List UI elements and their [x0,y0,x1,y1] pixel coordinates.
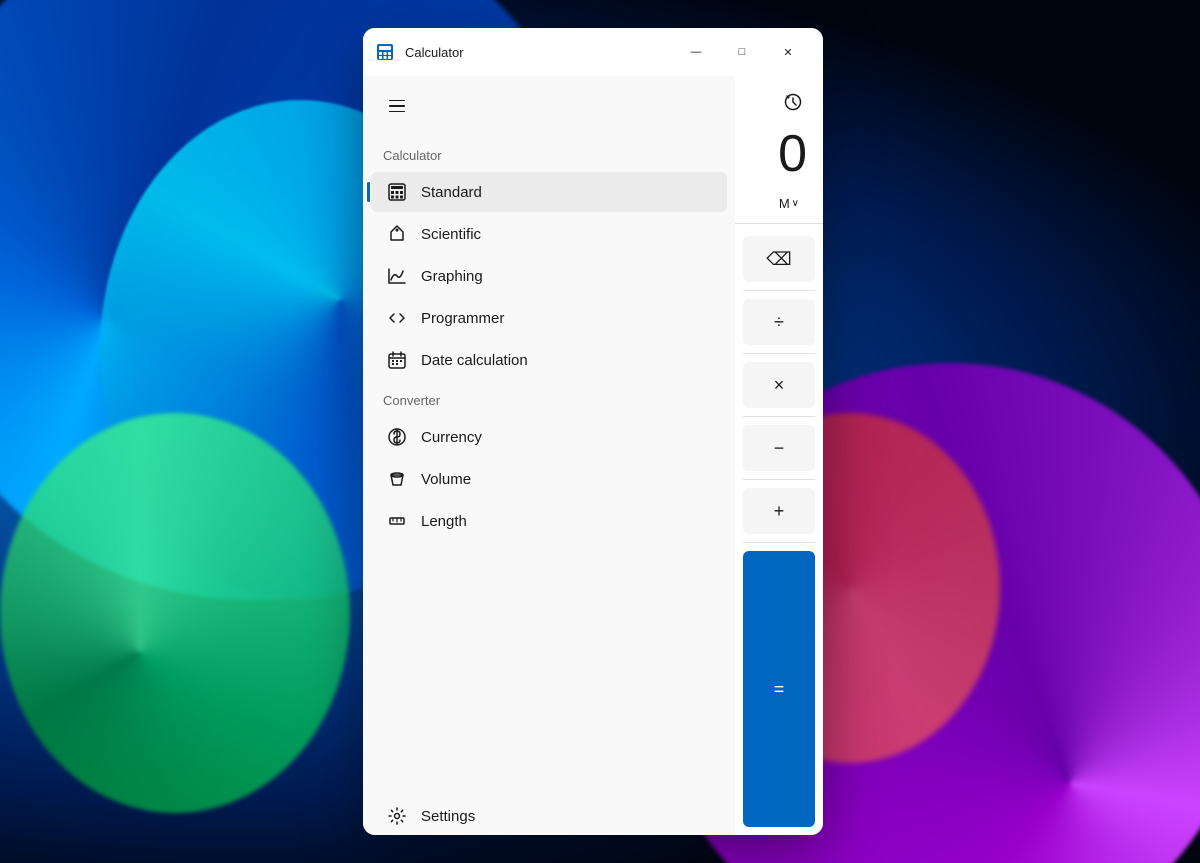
minimize-button[interactable]: — [673,36,719,68]
nav-item-standard[interactable]: Standard [371,172,727,212]
history-area [735,76,823,128]
btn-row-add: + [743,488,815,534]
hamburger-line-3 [389,111,405,113]
equals-button[interactable]: = [743,551,815,827]
divider-1 [743,290,815,291]
nav-header [363,76,735,136]
scientific-label: Scientific [421,226,481,243]
calculator-section-label: Calculator [363,136,735,171]
programmer-label: Programmer [421,310,504,327]
subtract-button[interactable]: − [743,425,815,471]
date-calculation-icon [387,350,407,370]
standard-label: Standard [421,184,482,201]
scientific-icon [387,224,407,244]
multiply-button[interactable]: × [743,362,815,408]
divide-button[interactable]: ÷ [743,299,815,345]
nav-item-graphing[interactable]: Graphing [371,256,727,296]
hamburger-button[interactable] [379,88,415,124]
nav-panel: Calculator Standard [363,76,735,835]
buttons-area: ⌫ ÷ × − [735,228,823,835]
title-bar: Calculator — □ ✕ [363,28,823,76]
history-button[interactable] [775,84,811,120]
converter-section-label: Converter [363,381,735,416]
maximize-button[interactable]: □ [719,36,765,68]
title-bar-left: Calculator [375,42,673,62]
nav-item-settings[interactable]: Settings [371,796,727,834]
display-number: 0 [751,128,807,180]
bg-decoration-4 [0,413,350,813]
btn-row-subtract: − [743,425,815,471]
backspace-button[interactable]: ⌫ [743,236,815,282]
nav-item-date-calculation[interactable]: Date calculation [371,340,727,380]
content-area: Calculator Standard [363,76,823,835]
nav-item-length[interactable]: Length [371,501,727,541]
btn-row-equals: = [743,551,815,827]
memory-row: M ∨ [735,188,823,219]
divider-4 [743,479,815,480]
length-label: Length [421,513,467,530]
currency-icon [387,427,407,447]
programmer-icon [387,308,407,328]
length-icon [387,511,407,531]
nav-item-volume[interactable]: Volume [371,459,727,499]
hamburger-line-2 [389,105,405,107]
memory-button[interactable]: M ∨ [771,192,807,215]
btn-row-top: ⌫ [743,236,815,282]
nav-spacer [363,542,735,796]
calculator-panel: 0 M ∨ ⌫ ÷ [735,76,823,835]
nav-item-scientific[interactable]: Scientific [371,214,727,254]
hamburger-line-1 [389,100,405,102]
divider-top [735,223,823,224]
standard-icon [387,182,407,202]
settings-label: Settings [421,808,475,825]
settings-icon [387,806,407,826]
date-calculation-label: Date calculation [421,352,528,369]
currency-label: Currency [421,429,482,446]
window-title: Calculator [405,45,464,60]
memory-label: M [779,196,790,211]
nav-item-currency[interactable]: Currency [371,417,727,457]
btn-row-divide: ÷ [743,299,815,345]
divider-5 [743,542,815,543]
display-area: 0 [735,128,823,188]
graphing-icon [387,266,407,286]
add-button[interactable]: + [743,488,815,534]
memory-arrow: ∨ [792,198,799,209]
volume-icon [387,469,407,489]
divider-3 [743,416,815,417]
window-controls: — □ ✕ [673,36,811,68]
nav-item-programmer[interactable]: Programmer [371,298,727,338]
calculator-app-icon [375,42,395,62]
graphing-label: Graphing [421,268,483,285]
close-button[interactable]: ✕ [765,36,811,68]
divider-2 [743,353,815,354]
btn-row-multiply: × [743,362,815,408]
calculator-window: Calculator — □ ✕ [363,28,823,835]
volume-label: Volume [421,471,471,488]
